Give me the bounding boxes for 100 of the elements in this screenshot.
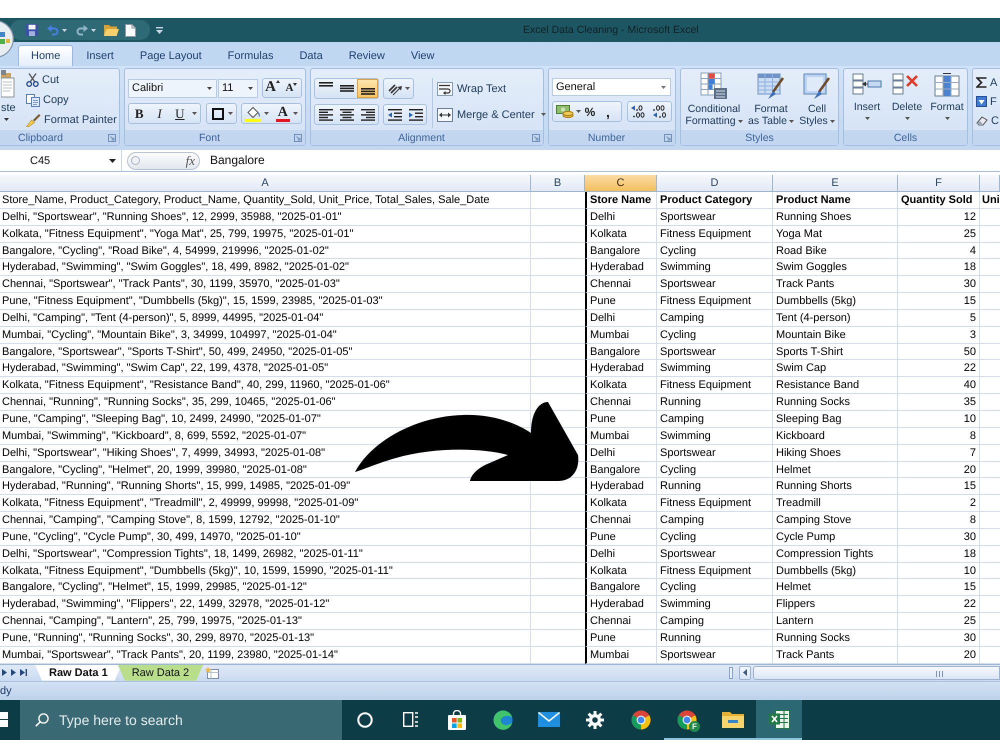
scroll-left-button[interactable] [739, 666, 751, 680]
table-cell: Bangalore [585, 344, 657, 360]
font-size-field[interactable]: 11 [218, 78, 258, 98]
caret-icon[interactable] [405, 87, 410, 90]
column-header[interactable]: F [898, 175, 980, 192]
header-cell: Product Category [657, 192, 773, 209]
table-cell: Bangalore, "Cycling", "Helmet", 15, 1999, 29985, "2025-01-12" [0, 579, 531, 596]
ribbon-tab[interactable]: Page Layout [126, 45, 215, 66]
cell-styles-button[interactable]: Cell Styles [797, 72, 837, 130]
folder-icon[interactable] [104, 24, 119, 36]
scissors-icon [26, 73, 39, 87]
table-cell: Cycling [657, 528, 773, 546]
table-cell: Chennai, "Camping", "Lantern", 25, 799, 19975, "2025-01-13" [0, 613, 531, 630]
align-bottom-button[interactable] [357, 79, 378, 98]
table-cell: Cycling [657, 242, 773, 260]
column-header[interactable]: B [531, 175, 585, 192]
text-orientation-icon [388, 82, 402, 96]
comma-style-button[interactable]: , [599, 102, 617, 121]
scrollbar-thumb[interactable] [753, 666, 1000, 680]
accounting-format-button[interactable] [556, 102, 574, 121]
table-cell: 8 [898, 428, 980, 445]
delete-cells-button[interactable]: Delete [888, 72, 926, 130]
table-cell: Delhi [585, 310, 657, 327]
paste-button[interactable]: ste [1, 70, 17, 130]
table-cell: Running [657, 630, 773, 647]
bold-button[interactable]: B [129, 104, 150, 123]
column-header[interactable]: D [657, 175, 773, 192]
caret-icon[interactable] [4, 118, 9, 121]
cut-button[interactable]: Cut [26, 70, 117, 90]
ribbon-tab[interactable]: Home [18, 45, 74, 66]
table-cell: 5 [898, 310, 980, 327]
office-button[interactable] [0, 20, 14, 58]
table-cell: Chennai [585, 394, 657, 411]
caret-icon[interactable] [228, 112, 233, 115]
fill-color-button[interactable] [245, 104, 262, 123]
window-title: Excel Data Cleaning - Microsoft Excel [523, 24, 699, 36]
customize-caret-icon[interactable] [156, 26, 163, 34]
table-cell: 4 [898, 242, 980, 260]
merge-center-button[interactable]: Merge & Center [437, 104, 546, 125]
ribbon-tab[interactable]: Review [336, 45, 398, 66]
formula-field[interactable]: Bangalore [200, 150, 1000, 171]
save-icon[interactable] [26, 24, 38, 36]
ribbon-tab[interactable]: Formulas [214, 45, 286, 66]
table-cell: Camping [657, 613, 773, 630]
last-sheet-icon[interactable] [20, 669, 27, 676]
fill-button[interactable]: F [976, 92, 1000, 111]
circle-handle-icon[interactable] [131, 156, 140, 165]
underline-button[interactable]: U [170, 104, 190, 123]
column-header[interactable]: E [773, 175, 898, 192]
sum-button[interactable]: A [976, 73, 1000, 92]
table-cell: Camping [657, 310, 773, 327]
insert-cells-button[interactable]: Insert [848, 72, 886, 130]
taskbar-button[interactable]: F [664, 700, 710, 740]
sheet-tab[interactable]: Raw Data 2 [118, 664, 204, 681]
caret-icon[interactable] [540, 113, 546, 116]
font-name-field[interactable]: Calibri [128, 78, 217, 98]
caret-icon[interactable] [192, 112, 197, 115]
caret-icon[interactable] [576, 110, 581, 113]
table-cell: Chennai [585, 613, 657, 630]
font-color-button[interactable]: A [274, 104, 291, 123]
align-top-icon [318, 82, 332, 87]
table-cell: Hiking Shoes [773, 444, 898, 462]
grow-font-button[interactable]: A [263, 79, 282, 97]
taskbar-button[interactable] [756, 700, 802, 740]
sheet-tab[interactable]: Raw Data 1 [35, 664, 122, 681]
italic-button[interactable]: I [149, 104, 170, 123]
new-sheet-icon[interactable] [205, 666, 222, 679]
shrink-font-button[interactable]: A [282, 79, 301, 97]
table-cell: Delhi [585, 444, 657, 462]
split-handle[interactable] [729, 666, 733, 679]
format-as-table-button[interactable]: Format as Table [748, 72, 794, 130]
insert-function-button[interactable]: fx [186, 152, 195, 168]
ribbon-tab[interactable]: Data [286, 45, 336, 66]
ribbon-tab[interactable]: View [398, 45, 448, 66]
document-icon[interactable] [125, 24, 136, 36]
wrap-text-button[interactable]: Wrap Text [437, 78, 546, 99]
table-cell: Camping [657, 512, 773, 529]
table-cell: Delhi [585, 546, 657, 563]
copy-button[interactable]: Copy [26, 90, 117, 110]
number-format-field[interactable]: General [552, 78, 671, 96]
name-box[interactable]: C45 [0, 150, 122, 171]
format-painter-button[interactable]: Format Painter [26, 110, 117, 130]
table-cell: Kolkata [585, 377, 657, 394]
caret-icon[interactable] [264, 112, 268, 115]
caret-icon [788, 120, 794, 122]
column-header[interactable]: C [585, 175, 657, 192]
caret-icon[interactable] [293, 112, 298, 115]
format-cells-button[interactable]: Format [928, 72, 966, 130]
clear-button[interactable]: C [976, 111, 1000, 130]
caret-icon [944, 117, 950, 120]
table-cell: 50 [898, 344, 980, 360]
column-header[interactable]: A [0, 175, 531, 192]
clipboard-icon [1, 70, 15, 98]
ribbon-tab[interactable]: Insert [73, 45, 127, 66]
search-field[interactable]: Type here to search [20, 700, 342, 740]
conditional-formatting-button[interactable]: Conditional Formatting [683, 72, 745, 130]
windows-logo-icon[interactable] [0, 712, 8, 728]
redo-icon[interactable] [76, 24, 88, 36]
percent-button[interactable]: % [581, 102, 599, 121]
table-cell: Fitness Equipment [657, 293, 773, 310]
